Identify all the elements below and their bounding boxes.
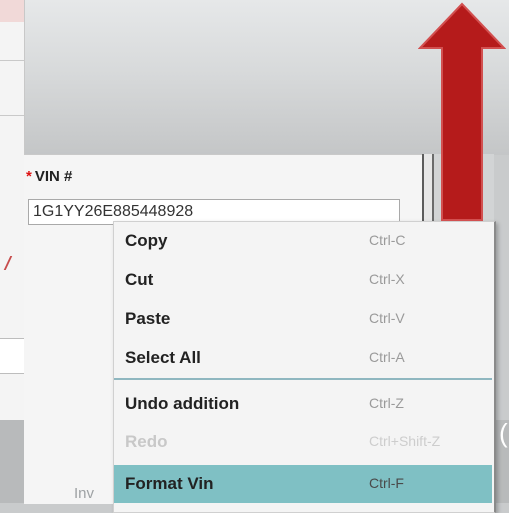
menu-item-format-vin[interactable]: Format Vin Ctrl-F bbox=[114, 465, 492, 503]
menu-item-shortcut: Ctrl-F bbox=[369, 475, 404, 491]
menu-item-select-all[interactable]: Select All Ctrl-A bbox=[114, 339, 492, 377]
menu-item-label: Format Vin bbox=[125, 474, 214, 493]
menu-item-shortcut: Ctrl-C bbox=[369, 232, 406, 248]
context-menu: Copy Ctrl-C Cut Ctrl-X Paste Ctrl-V Sele… bbox=[113, 221, 496, 513]
menu-separator bbox=[114, 378, 492, 380]
menu-item-label: Undo addition bbox=[125, 394, 240, 413]
menu-item-shortcut: Ctrl+Shift-Z bbox=[369, 433, 441, 449]
left-divider bbox=[0, 115, 24, 116]
left-divider bbox=[0, 60, 24, 61]
menu-item-redo: Redo Ctrl+Shift-Z bbox=[114, 423, 492, 461]
menu-item-label: Copy bbox=[125, 231, 168, 250]
vin-field-label: * VIN # bbox=[26, 168, 72, 185]
partial-label: Inv bbox=[74, 485, 95, 502]
menu-item-copy[interactable]: Copy Ctrl-C bbox=[114, 222, 492, 260]
left-panel bbox=[0, 0, 25, 420]
required-marker: * bbox=[26, 168, 32, 185]
menu-item-shortcut: Ctrl-X bbox=[369, 271, 405, 287]
menu-item-shortcut: Ctrl-Z bbox=[369, 395, 404, 411]
edge-glyph: ( bbox=[499, 418, 508, 448]
menu-item-shortcut: Ctrl-V bbox=[369, 310, 405, 326]
arrow-up-icon bbox=[418, 2, 506, 221]
vin-label-text: VIN # bbox=[34, 168, 73, 185]
menu-item-label: Paste bbox=[125, 309, 171, 328]
menu-item-paste[interactable]: Paste Ctrl-V bbox=[114, 300, 492, 338]
menu-item-undo[interactable]: Undo addition Ctrl-Z bbox=[114, 385, 492, 423]
left-input-edge[interactable] bbox=[0, 338, 24, 374]
menu-item-cut[interactable]: Cut Ctrl-X bbox=[114, 261, 492, 299]
left-red-mark bbox=[3, 256, 25, 270]
menu-item-shortcut: Ctrl-A bbox=[369, 349, 405, 365]
left-error-bar bbox=[0, 0, 24, 22]
menu-item-label: Select All bbox=[125, 348, 201, 367]
menu-item-label: Redo bbox=[125, 432, 168, 451]
menu-item-label: Cut bbox=[125, 270, 154, 289]
